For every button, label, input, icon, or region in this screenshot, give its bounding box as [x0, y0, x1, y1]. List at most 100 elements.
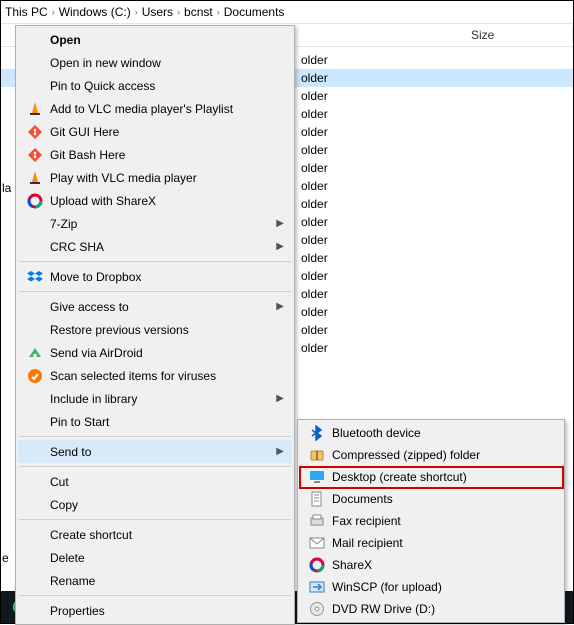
- menu-item-create-shortcut[interactable]: Create shortcut: [18, 523, 292, 546]
- menu-item-label: Scan selected items for viruses: [46, 369, 288, 383]
- git-icon: [24, 147, 46, 163]
- submenu-item-winscp-for-upload[interactable]: WinSCP (for upload): [300, 576, 562, 598]
- menu-item-git-bash-here[interactable]: Git Bash Here: [18, 143, 292, 166]
- menu-item-label: Delete: [46, 551, 288, 565]
- submenu-item-label: Mail recipient: [328, 536, 558, 550]
- submenu-item-label: ShareX: [328, 558, 558, 572]
- menu-item-send-to[interactable]: Send to ▶: [18, 440, 292, 463]
- menu-item-send-via-airdroid[interactable]: Send via AirDroid: [18, 341, 292, 364]
- file-type-cell: older: [301, 341, 461, 355]
- file-type-cell: older: [301, 161, 461, 175]
- menu-item-rename[interactable]: Rename: [18, 569, 292, 592]
- file-type-cell: older: [301, 143, 461, 157]
- submenu-item-label: Desktop (create shortcut): [328, 470, 558, 484]
- desktop-icon: [306, 469, 328, 485]
- submenu-item-dvd-rw-drive-d[interactable]: DVD RW Drive (D:): [300, 598, 562, 620]
- menu-item-label: Play with VLC media player: [46, 171, 288, 185]
- menu-item-label: Send via AirDroid: [46, 346, 288, 360]
- menu-item-label: 7-Zip: [46, 217, 276, 231]
- menu-item-delete[interactable]: Delete: [18, 546, 292, 569]
- menu-item-upload-with-sharex[interactable]: Upload with ShareX: [18, 189, 292, 212]
- file-type-cell: older: [301, 323, 461, 337]
- menu-item-include-in-library[interactable]: Include in library ▶: [18, 387, 292, 410]
- chevron-right-icon: ›: [135, 7, 138, 17]
- vlc-icon: [24, 170, 46, 186]
- menu-item-label: Rename: [46, 574, 288, 588]
- submenu-item-sharex[interactable]: ShareX: [300, 554, 562, 576]
- file-type-cell: older: [301, 71, 461, 85]
- send-to-submenu: Bluetooth device Compressed (zipped) fol…: [297, 419, 565, 623]
- separator: [19, 595, 291, 596]
- crumb-users[interactable]: Users: [142, 5, 173, 19]
- menu-item-copy[interactable]: Copy: [18, 493, 292, 516]
- submenu-item-label: Fax recipient: [328, 514, 558, 528]
- separator: [19, 261, 291, 262]
- chevron-right-icon: ▶: [276, 393, 288, 404]
- menu-item-label: Send to: [46, 445, 276, 459]
- file-type-cell: older: [301, 53, 461, 67]
- mail-icon: [306, 535, 328, 551]
- submenu-item-label: Compressed (zipped) folder: [328, 448, 558, 462]
- submenu-item-documents[interactable]: Documents: [300, 488, 562, 510]
- file-type-cell: older: [301, 233, 461, 247]
- git-icon: [24, 124, 46, 140]
- menu-item-label: Copy: [46, 498, 288, 512]
- breadcrumb[interactable]: This PC › Windows (C:) › Users › bcnst ›…: [1, 1, 573, 23]
- column-size[interactable]: Size: [463, 28, 573, 42]
- menu-item-cut[interactable]: Cut: [18, 470, 292, 493]
- docs-icon: [306, 491, 328, 507]
- separator: [19, 436, 291, 437]
- crumb-this-pc[interactable]: This PC: [5, 5, 48, 19]
- menu-item-git-gui-here[interactable]: Git GUI Here: [18, 120, 292, 143]
- winscp-icon: [306, 579, 328, 595]
- sharex-icon: [306, 557, 328, 573]
- menu-item-restore-previous-versions[interactable]: Restore previous versions: [18, 318, 292, 341]
- menu-item-open-in-new-window[interactable]: Open in new window: [18, 51, 292, 74]
- menu-item-scan-selected-items-for-viruses[interactable]: Scan selected items for viruses: [18, 364, 292, 387]
- chevron-right-icon: ▶: [276, 218, 288, 229]
- menu-item-label: Add to VLC media player's Playlist: [46, 102, 288, 116]
- dropbox-icon: [24, 269, 46, 285]
- submenu-item-desktop-create-shortcut[interactable]: Desktop (create shortcut): [300, 466, 562, 488]
- menu-item-label: Open in new window: [46, 56, 288, 70]
- menu-item-pin-to-quick-access[interactable]: Pin to Quick access: [18, 74, 292, 97]
- separator: [19, 291, 291, 292]
- chevron-right-icon: ›: [52, 7, 55, 17]
- chevron-right-icon: ›: [217, 7, 220, 17]
- menu-item-label: Create shortcut: [46, 528, 288, 542]
- sharex-icon: [24, 193, 46, 209]
- submenu-item-compressed-zipped-folder[interactable]: Compressed (zipped) folder: [300, 444, 562, 466]
- menu-item-label: CRC SHA: [46, 240, 276, 254]
- menu-item-label: Include in library: [46, 392, 276, 406]
- submenu-item-label: Bluetooth device: [328, 426, 558, 440]
- bluetooth-icon: [306, 425, 328, 441]
- submenu-item-bluetooth-device[interactable]: Bluetooth device: [300, 422, 562, 444]
- file-type-cell: older: [301, 197, 461, 211]
- menu-item-open[interactable]: Open: [18, 28, 292, 51]
- menu-item-crc-sha[interactable]: CRC SHA ▶: [18, 235, 292, 258]
- menu-item-label: Move to Dropbox: [46, 270, 288, 284]
- submenu-item-fax-recipient[interactable]: Fax recipient: [300, 510, 562, 532]
- menu-item-label: Pin to Start: [46, 415, 288, 429]
- airdroid-icon: [24, 345, 46, 361]
- crumb-c-drive[interactable]: Windows (C:): [59, 5, 131, 19]
- menu-item-play-with-vlc-media-player[interactable]: Play with VLC media player: [18, 166, 292, 189]
- menu-item-7-zip[interactable]: 7-Zip ▶: [18, 212, 292, 235]
- menu-item-add-to-vlc-media-player-s-playlist[interactable]: Add to VLC media player's Playlist: [18, 97, 292, 120]
- chevron-right-icon: ▶: [276, 301, 288, 312]
- menu-item-label: Pin to Quick access: [46, 79, 288, 93]
- submenu-item-label: Documents: [328, 492, 558, 506]
- submenu-item-mail-recipient[interactable]: Mail recipient: [300, 532, 562, 554]
- submenu-item-label: DVD RW Drive (D:): [328, 602, 558, 616]
- menu-item-give-access-to[interactable]: Give access to ▶: [18, 295, 292, 318]
- vlc-icon: [24, 101, 46, 117]
- zip-icon: [306, 447, 328, 463]
- menu-item-label: Upload with ShareX: [46, 194, 288, 208]
- file-type-cell: older: [301, 125, 461, 139]
- crumb-user[interactable]: bcnst: [184, 5, 213, 19]
- menu-item-properties[interactable]: Properties: [18, 599, 292, 622]
- chevron-right-icon: ▶: [276, 446, 288, 457]
- crumb-documents[interactable]: Documents: [224, 5, 285, 19]
- menu-item-move-to-dropbox[interactable]: Move to Dropbox: [18, 265, 292, 288]
- menu-item-pin-to-start[interactable]: Pin to Start: [18, 410, 292, 433]
